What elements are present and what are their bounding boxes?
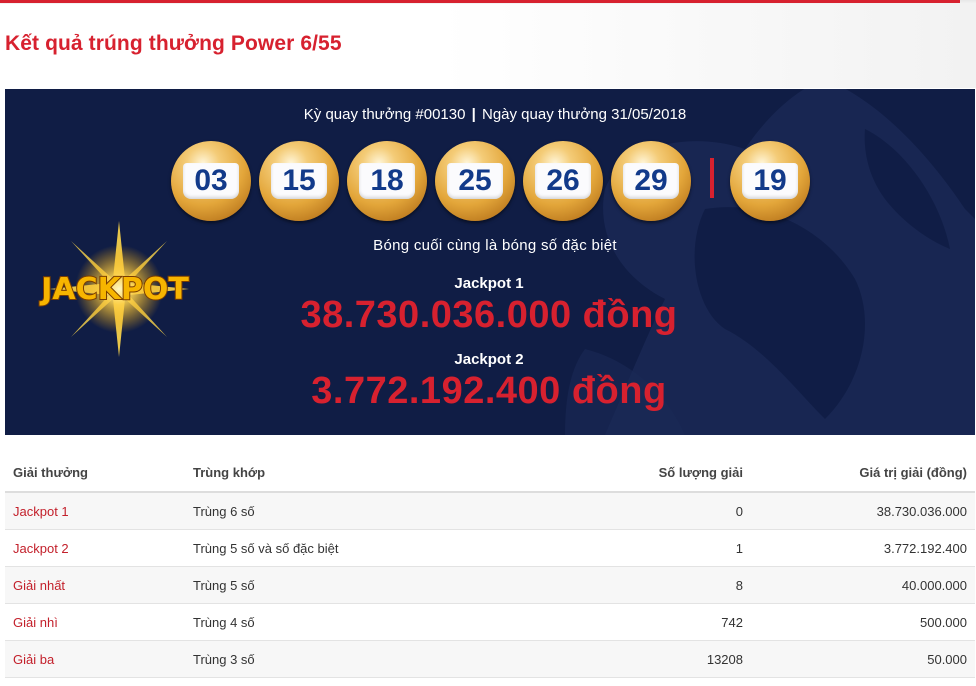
prize-name: Jackpot 2	[5, 529, 185, 567]
special-ball: 19	[730, 141, 810, 221]
prize-match: Trùng 5 số và số đặc biệt	[185, 529, 521, 567]
page-title: Kết quả trúng thưởng Power 6/55	[5, 32, 342, 55]
prize-match: Trùng 5 số	[185, 566, 521, 604]
table-row: Giải ba Trùng 3 số 13208 50.000	[5, 640, 975, 678]
ball-number: 25	[447, 163, 503, 199]
draw-info: Kỳ quay thưởng #00130 | Ngày quay thưởng…	[5, 106, 975, 123]
header-winners: Số lượng giải	[521, 454, 751, 493]
ball-number: 18	[359, 163, 415, 199]
prize-name: Jackpot 1	[5, 492, 185, 530]
prize-table-header: Giải thưởng Trùng khớp Số lượng giải Giá…	[5, 454, 975, 493]
prize-match: Trùng 4 số	[185, 603, 521, 641]
prize-winners: 13208	[521, 640, 751, 678]
header-value: Giá trị giải (đồng)	[751, 454, 975, 493]
draw-info-separator: |	[471, 106, 476, 123]
table-row: Giải nhì Trùng 4 số 742 500.000	[5, 603, 975, 641]
ball-2: 15	[259, 141, 339, 221]
jackpot-1-amount: 38.730.036.000 đồng	[300, 294, 678, 336]
ball-1: 03	[171, 141, 251, 221]
table-row: Jackpot 1 Trùng 6 số 0 38.730.036.000	[5, 492, 975, 530]
jackpot-1-label: Jackpot 1	[454, 275, 524, 292]
prize-name: Giải nhì	[5, 603, 185, 641]
ball-number: 15	[271, 163, 327, 199]
header-prize: Giải thưởng	[5, 454, 185, 493]
jackpot-2-label: Jackpot 2	[454, 351, 524, 368]
prize-winners: 1	[521, 529, 751, 567]
draw-period: Kỳ quay thưởng #00130	[303, 106, 466, 123]
ball-5: 26	[523, 141, 603, 221]
special-ball-number: 19	[742, 163, 798, 199]
ball-6: 29	[611, 141, 691, 221]
prize-table: Giải thưởng Trùng khớp Số lượng giải Giá…	[5, 454, 975, 678]
ball-number: 26	[535, 163, 591, 199]
prize-value: 50.000	[751, 640, 975, 678]
prize-name: Giải nhất	[5, 566, 185, 604]
header-match: Trùng khớp	[185, 454, 521, 493]
draw-date: Ngày quay thưởng 31/05/2018	[482, 106, 687, 123]
ball-number: 29	[623, 163, 679, 199]
ball-3: 18	[347, 141, 427, 221]
prize-value: 40.000.000	[751, 566, 975, 604]
table-row: Giải nhất Trùng 5 số 8 40.000.000	[5, 566, 975, 604]
ball-number: 03	[183, 163, 239, 199]
prize-winners: 0	[521, 492, 751, 530]
prize-winners: 8	[521, 566, 751, 604]
prize-value: 500.000	[751, 603, 975, 641]
table-row: Jackpot 2 Trùng 5 số và số đặc biệt 1 3.…	[5, 529, 975, 567]
special-ball-divider	[710, 158, 714, 198]
prize-match: Trùng 6 số	[185, 492, 521, 530]
jackpot-2-amount: 3.772.192.400 đồng	[311, 370, 667, 412]
prize-name: Giải ba	[5, 640, 185, 678]
prize-match: Trùng 3 số	[185, 640, 521, 678]
prize-value: 38.730.036.000	[751, 492, 975, 530]
ball-4: 25	[435, 141, 515, 221]
results-panel: Kỳ quay thưởng #00130 | Ngày quay thưởng…	[5, 89, 975, 435]
prize-winners: 742	[521, 603, 751, 641]
prize-value: 3.772.192.400	[751, 529, 975, 567]
